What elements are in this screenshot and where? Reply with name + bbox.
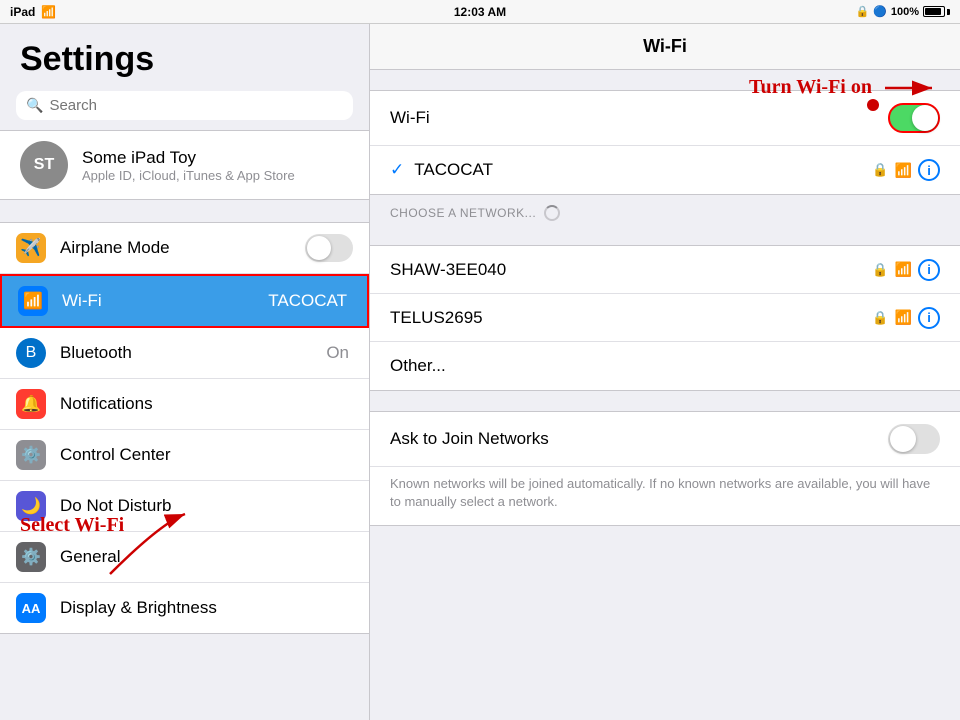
ask-to-join-section: Ask to Join Networks Known networks will…: [370, 411, 960, 526]
general-icon: ⚙️: [16, 542, 46, 572]
ask-to-join-label: Ask to Join Networks: [390, 429, 888, 449]
wifi-value: TACOCAT: [268, 291, 347, 311]
sidebar: Settings 🔍 ST Some iPad Toy Apple ID, iC…: [0, 24, 370, 720]
choose-network-label: CHOOSE A NETWORK...: [390, 206, 536, 220]
network-row-telus[interactable]: TELUS2695 🔒 📶 i: [370, 294, 960, 342]
ask-to-join-row: Ask to Join Networks: [370, 412, 960, 467]
search-icon: 🔍: [26, 97, 43, 114]
sidebar-item-controlcenter[interactable]: ⚙️ Control Center: [0, 430, 369, 481]
user-subtitle: Apple ID, iCloud, iTunes & App Store: [82, 168, 295, 183]
shaw-icons: 🔒 📶 i: [872, 259, 940, 281]
ipad-label: iPad: [10, 5, 35, 19]
shaw-info-icon[interactable]: i: [918, 259, 940, 281]
bluetooth-value: On: [326, 343, 349, 363]
airplane-toggle[interactable]: [305, 234, 353, 262]
status-left: iPad 📶: [10, 5, 56, 19]
checkmark-icon: ✓: [390, 160, 404, 180]
bluetooth-icon: B: [16, 338, 46, 368]
info-icon[interactable]: i: [918, 159, 940, 181]
other-label: Other...: [390, 356, 940, 376]
connected-network-row[interactable]: ✓ TACOCAT 🔒 📶 i: [370, 146, 960, 194]
wifi-main-row: Wi-Fi: [370, 91, 960, 146]
user-section[interactable]: ST Some iPad Toy Apple ID, iCloud, iTune…: [0, 130, 369, 200]
general-label: General: [60, 547, 353, 567]
wifi-toggle[interactable]: [888, 103, 940, 133]
sidebar-item-display[interactable]: AA Display & Brightness: [0, 583, 369, 633]
ask-to-join-description: Known networks will be joined automatica…: [370, 467, 960, 525]
search-bar[interactable]: 🔍: [16, 91, 353, 120]
telus-signal-icon: 📶: [895, 309, 912, 326]
wifi-toggle-section: Wi-Fi ✓ TACOCAT 🔒 📶 i: [370, 90, 960, 195]
bluetooth-status-icon: 🔵: [873, 5, 887, 18]
other-networks-row[interactable]: Other...: [370, 342, 960, 390]
telus-lock-icon: 🔒: [872, 310, 888, 326]
available-networks-section: SHAW-3EE040 🔒 📶 i TELUS2695 🔒 📶 i: [370, 245, 960, 391]
user-info: Some iPad Toy Apple ID, iCloud, iTunes &…: [82, 148, 295, 183]
lock-icon: 🔒: [872, 162, 888, 178]
status-time: 12:03 AM: [454, 5, 506, 19]
shaw-lock-icon: 🔒: [872, 262, 888, 278]
wifi-icon: 📶: [18, 286, 48, 316]
donotdisturb-label: Do Not Disturb: [60, 496, 353, 516]
battery-percent: 100%: [891, 6, 919, 18]
donotdisturb-icon: 🌙: [16, 491, 46, 521]
controlcenter-icon: ⚙️: [16, 440, 46, 470]
controlcenter-label: Control Center: [60, 445, 353, 465]
display-icon: AA: [16, 593, 46, 623]
settings-group: ✈️ Airplane Mode 📶 Wi-Fi TACOCAT B Bluet…: [0, 222, 369, 634]
network-row-shaw[interactable]: SHAW-3EE040 🔒 📶 i: [370, 246, 960, 294]
sidebar-item-bluetooth[interactable]: B Bluetooth On: [0, 328, 369, 379]
content-wrapper: Wi-Fi Wi-Fi ✓ TACOCAT 🔒 📶 i: [370, 24, 960, 720]
sidebar-item-wifi[interactable]: 📶 Wi-Fi TACOCAT: [0, 274, 369, 328]
display-label: Display & Brightness: [60, 598, 353, 618]
wifi-main-label: Wi-Fi: [390, 108, 888, 128]
user-name: Some iPad Toy: [82, 148, 295, 168]
status-bar: iPad 📶 12:03 AM 🔒 🔵 100%: [0, 0, 960, 24]
avatar: ST: [20, 141, 68, 189]
screen-icon: 🔒: [855, 5, 869, 18]
wifi-status-icon: 📶: [41, 5, 56, 19]
connected-network-icons: 🔒 📶 i: [872, 159, 940, 181]
telus-icons: 🔒 📶 i: [872, 307, 940, 329]
connected-network-name: TACOCAT: [414, 160, 872, 180]
sidebar-item-notifications[interactable]: 🔔 Notifications: [0, 379, 369, 430]
sidebar-item-donotdisturb[interactable]: 🌙 Do Not Disturb: [0, 481, 369, 532]
wifi-label: Wi-Fi: [62, 291, 254, 311]
notifications-icon: 🔔: [16, 389, 46, 419]
network-telus-name: TELUS2695: [390, 308, 872, 328]
choose-network-header: CHOOSE A NETWORK...: [370, 195, 960, 225]
network-shaw-name: SHAW-3EE040: [390, 260, 872, 280]
ask-to-join-toggle[interactable]: [888, 424, 940, 454]
sidebar-item-airplane[interactable]: ✈️ Airplane Mode: [0, 223, 369, 274]
sidebar-item-general[interactable]: ⚙️ General: [0, 532, 369, 583]
status-right: 🔒 🔵 100%: [855, 5, 950, 18]
notifications-label: Notifications: [60, 394, 353, 414]
shaw-signal-icon: 📶: [895, 261, 912, 278]
loading-spinner: [544, 205, 560, 221]
bluetooth-label: Bluetooth: [60, 343, 312, 363]
search-input[interactable]: [49, 97, 343, 114]
signal-icon: 📶: [895, 162, 912, 179]
airplane-label: Airplane Mode: [60, 238, 291, 258]
settings-title: Settings: [0, 24, 369, 87]
telus-info-icon[interactable]: i: [918, 307, 940, 329]
content-panel: Wi-Fi Wi-Fi ✓ TACOCAT 🔒 📶 i: [370, 24, 960, 526]
main-layout: Settings 🔍 ST Some iPad Toy Apple ID, iC…: [0, 24, 960, 720]
airplane-icon: ✈️: [16, 233, 46, 263]
battery-indicator: [923, 6, 950, 17]
wifi-page-header: Wi-Fi: [370, 24, 960, 70]
